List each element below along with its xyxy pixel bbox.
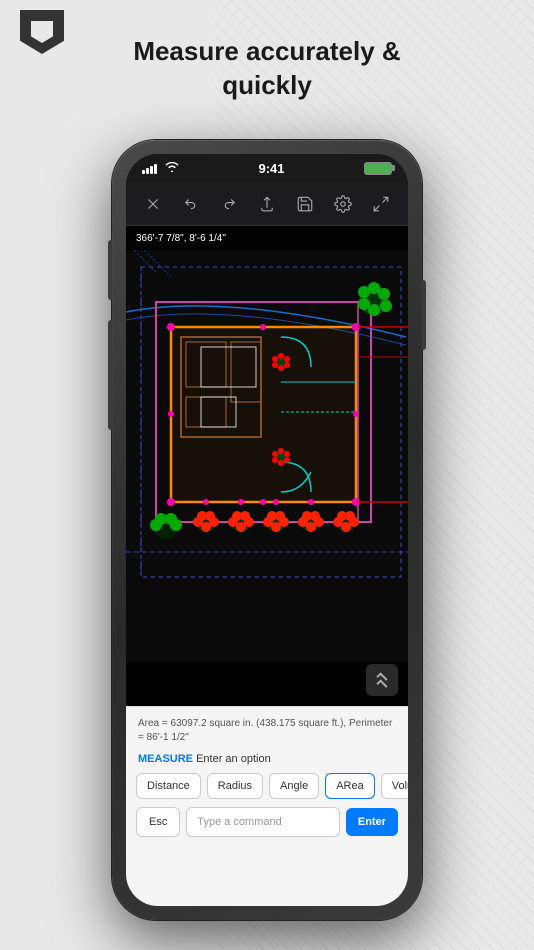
- bottom-panel: Area = 63097.2 square in. (438.175 squar…: [126, 706, 408, 906]
- options-row: Distance Radius Angle ARea Volume: [126, 773, 408, 807]
- redo-button[interactable]: [215, 190, 243, 218]
- share-button[interactable]: [253, 190, 281, 218]
- cad-svg: [126, 182, 408, 662]
- command-input[interactable]: Type a command: [186, 807, 340, 837]
- page-title: Measure accurately & quickly: [133, 35, 400, 103]
- measure-command-line: MEASURE Enter an option: [126, 751, 408, 773]
- cad-toolbar: [126, 182, 408, 226]
- logo-shape: [20, 10, 64, 54]
- status-bar: 9:41: [126, 154, 408, 182]
- esc-button[interactable]: Esc: [136, 807, 180, 837]
- fullscreen-button[interactable]: [367, 190, 395, 218]
- phone-shell: 9:41: [112, 140, 422, 920]
- phone-screen: 9:41: [126, 154, 408, 906]
- logo-inner: [31, 21, 53, 43]
- settings-button[interactable]: [329, 190, 357, 218]
- volume-option[interactable]: Volume: [381, 773, 408, 799]
- enter-button[interactable]: Enter: [346, 808, 398, 836]
- header: Measure accurately & quickly: [0, 0, 534, 160]
- wifi-icon: [165, 162, 179, 175]
- app-logo: [20, 10, 70, 60]
- area-info: Area = 63097.2 square in. (438.175 squar…: [126, 707, 408, 751]
- close-button[interactable]: [139, 190, 167, 218]
- area-option[interactable]: ARea: [325, 773, 375, 799]
- measure-keyword: MEASURE: [138, 753, 193, 765]
- cad-drawing-area[interactable]: [126, 182, 408, 662]
- signal-icon: [142, 162, 157, 174]
- phone-mockup: 9:41: [112, 140, 422, 920]
- scroll-up-button[interactable]: [366, 664, 398, 696]
- coordinates-text: 366'-7 7/8", 8'-6 1/4": [136, 233, 226, 244]
- status-time: 9:41: [258, 161, 284, 176]
- status-left: [142, 162, 179, 175]
- undo-button[interactable]: [177, 190, 205, 218]
- measure-option-text: Enter an option: [196, 753, 271, 765]
- command-row: Esc Type a command Enter: [126, 807, 408, 837]
- angle-option[interactable]: Angle: [269, 773, 319, 799]
- radius-option[interactable]: Radius: [207, 773, 263, 799]
- save-button[interactable]: [291, 190, 319, 218]
- distance-option[interactable]: Distance: [136, 773, 201, 799]
- coordinates-bar: 366'-7 7/8", 8'-6 1/4": [126, 226, 408, 250]
- battery-icon: [364, 162, 392, 175]
